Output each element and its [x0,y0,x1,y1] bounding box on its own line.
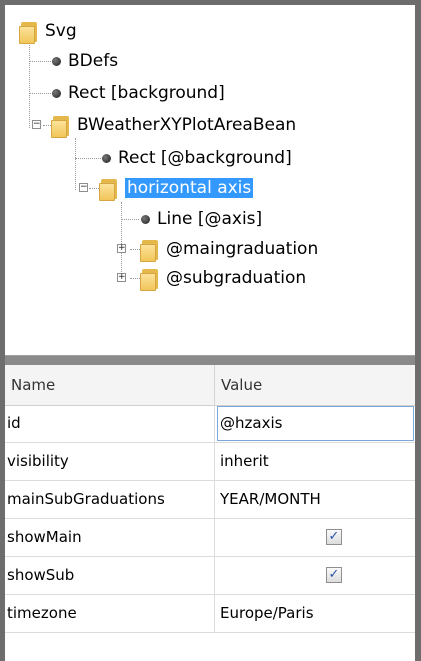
tree-node-label: Rect [background] [68,83,225,103]
tree-node-label-selected: horizontal axis [125,178,254,198]
showsub-checkbox[interactable]: ✓ [326,567,342,583]
property-name: showSub [5,557,215,594]
table-row[interactable]: mainSubGraduations YEAR/MONTH [5,481,415,519]
property-value-field[interactable]: @hzaxis [216,405,415,442]
tree-connector [29,43,30,128]
showmain-checkbox[interactable]: ✓ [326,529,342,545]
property-table: Name Value id @hzaxis visibility inherit… [5,365,415,661]
folder-icon [99,177,119,201]
table-row[interactable]: timezone Europe/Paris [5,595,415,633]
table-row[interactable]: id @hzaxis [5,405,415,443]
folder-icon [51,114,71,138]
tree-node-subgraduation[interactable]: @subgraduation [140,266,307,291]
property-name: timezone [5,595,215,632]
tree-connector [29,61,51,62]
tree-connector [130,249,140,250]
property-value-field[interactable]: Europe/Paris [216,595,415,632]
tree-node-horizontal-axis[interactable]: horizontal axis [99,176,254,201]
property-value-field: ✓ [216,557,415,594]
tree-connector [75,138,76,190]
property-name: mainSubGraduations [5,481,215,518]
collapse-toggle[interactable]: − [79,183,88,192]
tree-node-label: Rect [@background] [118,148,292,168]
tree-node-label: BWeatherXYPlotAreaBean [77,115,297,135]
bullet-icon [52,56,61,66]
bullet-icon [52,88,61,98]
collapse-toggle[interactable]: − [32,120,41,129]
property-name: visibility [5,443,215,480]
tree-node-label: Line [@axis] [157,209,263,229]
tree-node-label: BDefs [68,51,119,71]
folder-icon [140,238,160,262]
folder-icon [140,267,160,291]
bullet-icon [102,153,111,163]
tree-connector [130,278,140,279]
bullet-icon [141,214,150,224]
table-row[interactable]: showMain ✓ [5,519,415,557]
table-header: Name Value [5,365,415,406]
tree-node-bdefs[interactable]: BDefs [52,49,118,73]
property-value-field[interactable]: YEAR/MONTH [216,481,415,518]
table-row[interactable]: showSub ✓ [5,557,415,595]
tree-node-svg[interactable]: Svg [19,19,77,44]
tree-connector [89,188,99,189]
tree-node-label: @maingraduation [166,239,319,259]
tree-node-bweatherxyplotareabean[interactable]: BWeatherXYPlotAreaBean [51,113,297,138]
tree-connector [121,219,139,220]
expand-toggle[interactable]: + [117,273,126,282]
tree-node-rect-background[interactable]: Rect [background] [52,81,225,105]
column-header-value[interactable]: Value [215,365,415,405]
tree-view[interactable]: − − + + Svg BDefs Rect [background] BWea… [5,0,415,356]
property-value-field: ✓ [216,519,415,556]
split-pane-divider[interactable] [5,356,415,365]
property-value-field[interactable]: inherit [216,443,415,480]
tree-connector [121,202,122,278]
tree-node-maingraduation[interactable]: @maingraduation [140,237,319,262]
property-name: id [5,405,215,442]
tree-node-label: Svg [45,21,77,41]
tree-connector [75,158,101,159]
tree-node-label: @subgraduation [166,268,307,288]
property-name: showMain [5,519,215,556]
column-header-name[interactable]: Name [5,365,215,405]
table-row[interactable]: visibility inherit [5,443,415,481]
tree-node-rect-at-background[interactable]: Rect [@background] [102,146,292,170]
tree-connector [43,125,51,126]
folder-icon [19,20,39,44]
expand-toggle[interactable]: + [117,244,126,253]
tree-connector [29,93,51,94]
tree-node-line-axis[interactable]: Line [@axis] [141,207,262,231]
